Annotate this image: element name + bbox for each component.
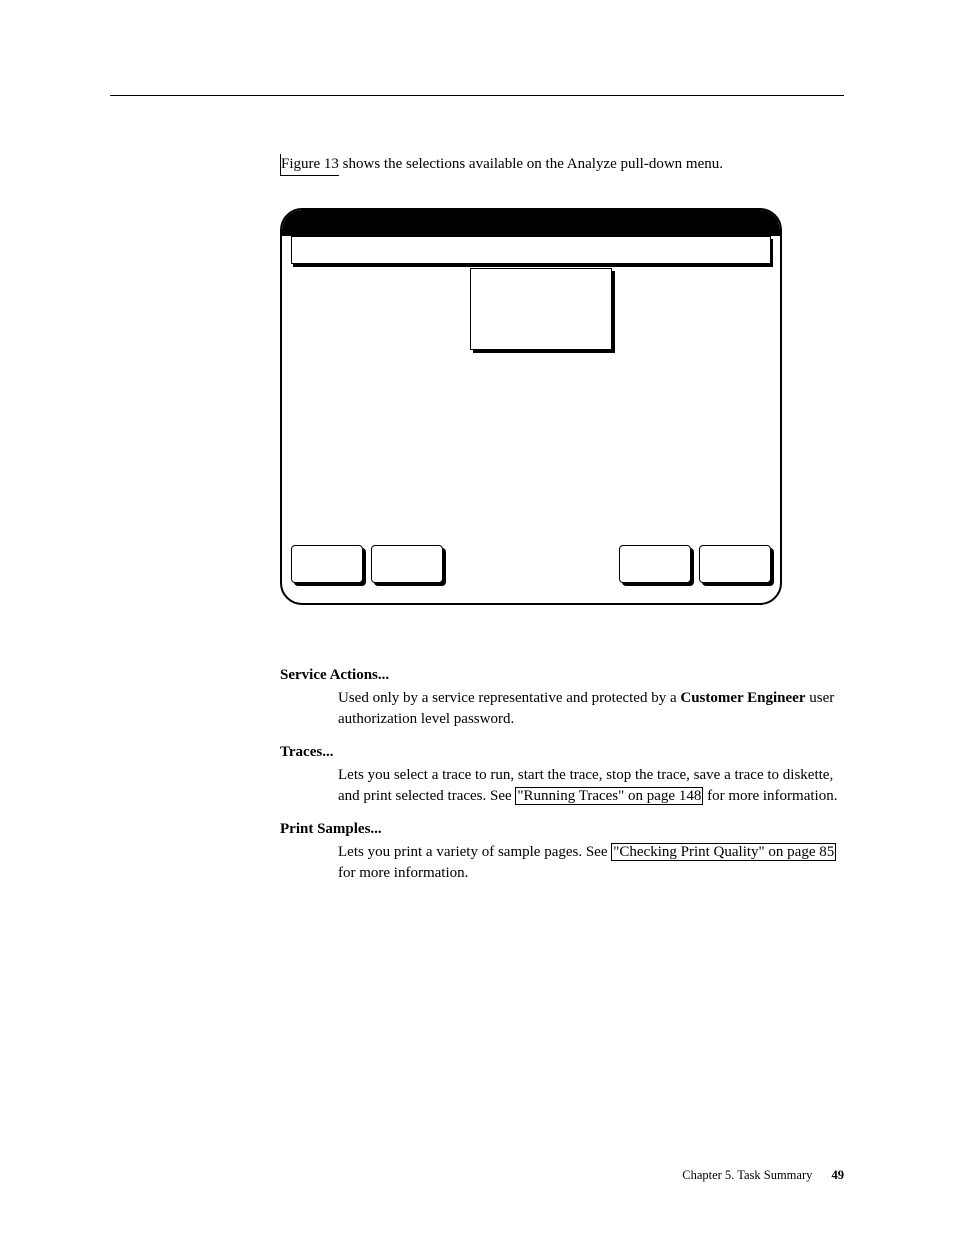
cross-reference-link[interactable]: "Checking Print Quality" on page 85 <box>611 843 836 861</box>
cross-reference-link[interactable]: "Running Traces" on page 148 <box>515 787 703 805</box>
definition-term: Print Samples... <box>280 819 850 840</box>
button-2 <box>371 545 443 583</box>
menubar <box>291 236 771 264</box>
button-1 <box>291 545 363 583</box>
definition-description: Lets you select a trace to run, start th… <box>338 765 850 807</box>
description-text: for more information. <box>338 865 468 881</box>
definition-description: Lets you print a variety of sample pages… <box>338 842 850 884</box>
analyze-dropdown <box>470 268 612 350</box>
description-text: Used only by a service representative an… <box>338 690 680 706</box>
intro-text: shows the selections available on the An… <box>339 156 723 172</box>
window-titlebar <box>282 210 780 236</box>
description-text: for more information. <box>703 788 837 804</box>
button-3 <box>619 545 691 583</box>
figure-13-link[interactable]: Figure 13 <box>280 154 339 176</box>
footer-chapter: Chapter 5. Task Summary <box>682 1168 812 1182</box>
description-text: Lets you print a variety of sample pages… <box>338 844 611 860</box>
definition-list: Service Actions... Used only by a service… <box>280 665 850 884</box>
intro-paragraph: Figure 13 shows the selections available… <box>280 154 850 176</box>
page-footer: Chapter 5. Task Summary 49 <box>682 1168 844 1183</box>
analyze-menu-figure <box>280 208 782 605</box>
footer-page-number: 49 <box>832 1168 845 1182</box>
definition-description: Used only by a service representative an… <box>338 688 850 730</box>
definition-term: Service Actions... <box>280 665 850 686</box>
button-row <box>291 545 771 589</box>
bold-text: Customer Engineer <box>680 690 805 706</box>
button-4 <box>699 545 771 583</box>
top-rule <box>110 95 844 96</box>
definition-term: Traces... <box>280 742 850 763</box>
